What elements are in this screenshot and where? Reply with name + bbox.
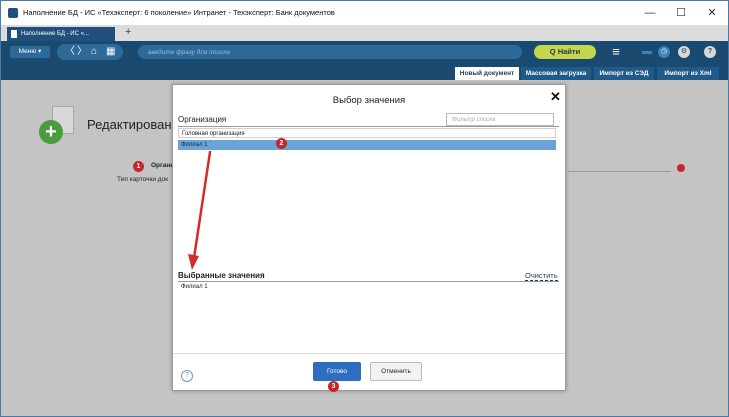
browser-tab[interactable]: Наполнение БД - ИС «... [7, 27, 115, 41]
list-item-head-org[interactable]: Головная организация [178, 128, 556, 138]
document-tabs: Новый документ Массовая загрузка Импорт … [1, 63, 728, 80]
new-tab-button[interactable]: + [125, 26, 131, 38]
window-titlebar: Наполнение БД - ИС «Техэксперт: 6 поколе… [1, 1, 728, 25]
burger-menu-icon[interactable]: ≡ [610, 45, 622, 58]
nav-button-group: 〈 〉 ⌂ ▦ [57, 44, 123, 60]
selected-divider [178, 281, 559, 282]
selected-value-item[interactable]: Филиал 1 [181, 284, 208, 290]
folder-icon[interactable]: ▬ [641, 46, 653, 58]
card-type-label: Тип карточки док [117, 176, 169, 183]
find-button[interactable]: Q Найти [534, 45, 596, 59]
cancel-button[interactable]: Отменить [370, 362, 422, 381]
question-icon[interactable]: ? [181, 370, 193, 382]
page-title: Редактировани [87, 117, 179, 132]
app-icon [8, 8, 18, 18]
step-badge-1: 1 [133, 161, 144, 172]
tab-bulk-upload[interactable]: Массовая загрузка [521, 67, 591, 80]
selected-values-header: Выбранные значения [178, 271, 265, 280]
done-button[interactable]: Готово [313, 362, 361, 381]
step-badge-2: 2 [276, 138, 287, 149]
search-input[interactable] [138, 45, 522, 59]
tab-import-sed[interactable]: Импорт из СЭД [594, 67, 654, 80]
dialog-title: Выбор значения [332, 95, 406, 106]
clear-link[interactable]: Очистить [525, 271, 558, 281]
minimize-button[interactable]: — [639, 5, 661, 21]
grid-icon[interactable]: ▦ [106, 44, 115, 60]
tab-new-document[interactable]: Новый документ [455, 67, 519, 80]
menu-button[interactable]: Меню ▾ [10, 46, 50, 58]
browser-tab-label: Наполнение БД - ИС «... [21, 31, 89, 37]
list-item-branch-1[interactable]: Филиал 1 [178, 140, 556, 150]
step-badge-3: 3 [328, 381, 339, 392]
filter-list-input[interactable] [446, 113, 554, 126]
close-window-button[interactable]: ✕ [701, 5, 723, 21]
navigation-bar: Меню ▾ 〈 〉 ⌂ ▦ Q Найти ≡ ▬ ◷ ⚙ ? [1, 41, 728, 63]
home-icon[interactable]: ⌂ [91, 44, 97, 60]
add-document-icon: + [39, 120, 63, 144]
window-title: Наполнение БД - ИС «Техэксперт: 6 поколе… [23, 8, 335, 17]
document-icon [11, 30, 17, 38]
organization-column-header: Организация [178, 115, 227, 124]
clear-field-icon[interactable] [677, 164, 685, 172]
tab-import-xml[interactable]: Импорт из Xml [657, 67, 719, 80]
organization-field-line [568, 171, 671, 172]
maximize-button[interactable]: ☐ [670, 5, 692, 21]
close-icon[interactable]: ✕ [550, 89, 561, 105]
footer-divider [173, 353, 565, 354]
settings-icon[interactable]: ⚙ [678, 46, 690, 58]
tab-strip: Наполнение БД - ИС «... + [1, 25, 728, 41]
help-icon[interactable]: ? [704, 46, 716, 58]
back-icon[interactable]: 〈 [65, 44, 75, 60]
select-value-dialog: Выбор значения ✕ Организация Головная ор… [172, 84, 566, 391]
history-icon[interactable]: ◷ [658, 46, 670, 58]
header-divider [178, 126, 559, 127]
forward-icon[interactable]: 〉 [77, 44, 87, 60]
